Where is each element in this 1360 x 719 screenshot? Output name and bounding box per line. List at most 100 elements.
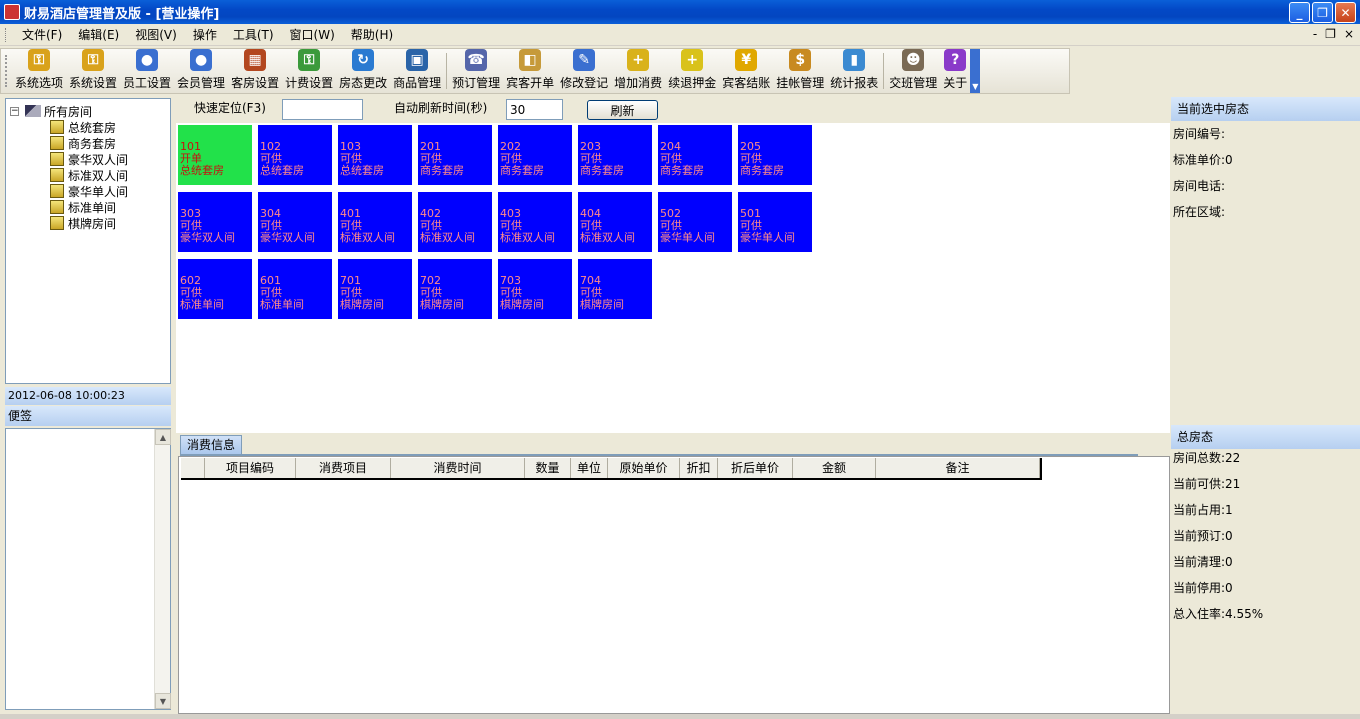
mdi-close-button[interactable]: × (1344, 27, 1354, 41)
room-type: 总统套房 (340, 164, 384, 177)
toolbar-overflow-icon[interactable]: ▼ (970, 49, 981, 93)
toolbar-button-8[interactable]: ▣ 商品管理 (390, 49, 444, 93)
toolbar-button-10[interactable]: ◧ 宾客开单 (503, 49, 557, 93)
menu-window[interactable]: 窗口(W) (282, 26, 343, 43)
toolbar-button-16[interactable]: ▮ 统计报表 (827, 49, 881, 93)
room-type: 商务套房 (500, 164, 544, 177)
scroll-up-icon[interactable]: ▲ (155, 429, 171, 445)
room-tile[interactable]: 401 可供 标准双人间 (338, 192, 412, 252)
quick-locate-label: 快速定位(F3) (194, 101, 266, 115)
room-tile[interactable]: 601 可供 标准单间 (258, 259, 332, 319)
close-button[interactable]: ✕ (1335, 2, 1356, 23)
room-tile[interactable]: 102 可供 总统套房 (258, 125, 332, 185)
room-tile[interactable]: 404 可供 标准双人间 (578, 192, 652, 252)
room-tile[interactable]: 703 可供 棋牌房间 (498, 259, 572, 319)
room-tile[interactable]: 202 可供 商务套房 (498, 125, 572, 185)
column-header[interactable]: 项目编码 (205, 458, 296, 478)
room-tile[interactable]: 201 可供 商务套房 (418, 125, 492, 185)
memo-textarea[interactable]: ▲ ▼ (5, 428, 171, 710)
menu-tools[interactable]: 工具(T) (225, 26, 282, 43)
room-tile[interactable]: 204 可供 商务套房 (658, 125, 732, 185)
summary-field: 总入住率:4.55% (1173, 607, 1264, 621)
toolbar-button-label: 续退押金 (668, 76, 717, 90)
toolbar-button-7[interactable]: ↻ 房态更改 (336, 49, 390, 93)
column-header[interactable]: 单位 (571, 458, 608, 478)
tree-root[interactable]: − 所有房间 (10, 103, 170, 119)
column-header[interactable]: 消费项目 (296, 458, 391, 478)
toolbar-button-label: 预订管理 (452, 76, 501, 90)
consume-grid[interactable]: 项目编码 消费项目 消费时间 数量 单位 原始单价 折扣 折后单价 金额 备注 (178, 456, 1170, 714)
toolbar-button-15[interactable]: $ 挂帐管理 (773, 49, 827, 93)
room-tile[interactable]: 303 可供 豪华双人间 (178, 192, 252, 252)
room-tile[interactable]: 402 可供 标准双人间 (418, 192, 492, 252)
toolbar-button-label: 关于 (943, 76, 968, 90)
room-tile[interactable]: 304 可供 豪华双人间 (258, 192, 332, 252)
column-header[interactable]: 折后单价 (718, 458, 793, 478)
toolbar-button-13[interactable]: + 续退押金 (665, 49, 719, 93)
room-tile[interactable]: 203 可供 商务套房 (578, 125, 652, 185)
room-tile[interactable]: 702 可供 棋牌房间 (418, 259, 492, 319)
toolbar-button-1[interactable]: ⚿ 系统选项 (12, 49, 66, 93)
collapse-icon[interactable]: − (10, 106, 19, 116)
room-tile[interactable]: 103 可供 总统套房 (338, 125, 412, 185)
toolbar-button-17[interactable]: ☻ 交班管理 (886, 49, 940, 93)
toolbar-button-label: 挂帐管理 (776, 76, 825, 90)
column-header[interactable]: 备注 (876, 458, 1040, 478)
room-tile[interactable]: 101 开单 总统套房 (178, 125, 252, 185)
tree-item[interactable]: 标准双人间 (10, 167, 170, 183)
person-icon: ● (136, 49, 159, 71)
toolbar-button-9[interactable]: ☎ 预订管理 (449, 49, 503, 93)
toolbar-button-5[interactable]: ▦ 客房设置 (228, 49, 282, 93)
menu-edit[interactable]: 编辑(E) (70, 26, 127, 43)
toolbar-button-18[interactable]: ? 关于 (940, 49, 970, 93)
mdi-minimize-button[interactable]: - (1313, 27, 1317, 41)
tree-item[interactable]: 总统套房 (10, 119, 170, 135)
column-header[interactable]: 折扣 (680, 458, 718, 478)
toolbar-button-12[interactable]: + 增加消费 (611, 49, 665, 93)
toolbar-button-3[interactable]: ● 员工设置 (120, 49, 174, 93)
column-header[interactable]: 原始单价 (608, 458, 680, 478)
toolbar-button-2[interactable]: ⚿ 系统设置 (66, 49, 120, 93)
tree-item[interactable]: 豪华单人间 (10, 183, 170, 199)
menu-view[interactable]: 视图(V) (127, 26, 185, 43)
tab-consume-info[interactable]: 消费信息 (180, 435, 242, 455)
menu-file[interactable]: 文件(F) (14, 26, 70, 43)
column-header[interactable]: 消费时间 (391, 458, 525, 478)
tree-item[interactable]: 标准单间 (10, 199, 170, 215)
room-tile[interactable]: 704 可供 棋牌房间 (578, 259, 652, 319)
toolbar-button-6[interactable]: ⚿ 计费设置 (282, 49, 336, 93)
minimize-button[interactable]: _ (1289, 2, 1310, 23)
app-icon (4, 4, 20, 20)
column-header[interactable] (181, 458, 205, 478)
auto-refresh-input[interactable] (506, 99, 563, 120)
room-tile[interactable]: 602 可供 标准单间 (178, 259, 252, 319)
tree-item[interactable]: 棋牌房间 (10, 215, 170, 231)
tree-item[interactable]: 豪华双人间 (10, 151, 170, 167)
toolbar-button-14[interactable]: ¥ 宾客结账 (719, 49, 773, 93)
restore-button[interactable]: ❐ (1312, 2, 1333, 23)
menu-help[interactable]: 帮助(H) (343, 26, 401, 43)
menu-operate[interactable]: 操作 (185, 26, 225, 43)
room-tile[interactable]: 205 可供 商务套房 (738, 125, 812, 185)
room-tile[interactable]: 501 可供 豪华单人间 (738, 192, 812, 252)
toolbar-button-11[interactable]: ✎ 修改登记 (557, 49, 611, 93)
toolbar-button-4[interactable]: ● 会员管理 (174, 49, 228, 93)
room-type: 标准双人间 (340, 231, 395, 244)
room-tree: − 所有房间 总统套房 商务套房 豪华双人间 标准双人间 豪华单人间 标准单间 棋牌房间 (5, 98, 171, 384)
column-header[interactable]: 数量 (525, 458, 571, 478)
mdi-restore-button[interactable]: ❐ (1325, 27, 1336, 41)
memo-scrollbar[interactable]: ▲ ▼ (154, 429, 171, 709)
quick-locate-input[interactable] (282, 99, 363, 120)
scroll-down-icon[interactable]: ▼ (155, 693, 171, 709)
room-tile[interactable]: 502 可供 豪华单人间 (658, 192, 732, 252)
room-type-icon (50, 152, 64, 166)
tree-item[interactable]: 商务套房 (10, 135, 170, 151)
datetime-display: 2012-06-08 10:00:23 (5, 387, 171, 405)
room-tile[interactable]: 701 可供 棋牌房间 (338, 259, 412, 319)
grid-header: 项目编码 消费项目 消费时间 数量 单位 原始单价 折扣 折后单价 金额 备注 (181, 458, 1042, 480)
column-header[interactable]: 金额 (793, 458, 876, 478)
room-tile[interactable]: 403 可供 标准双人间 (498, 192, 572, 252)
room-type: 标准单间 (180, 298, 224, 311)
add-doc-icon: + (681, 49, 704, 71)
refresh-button[interactable]: 刷新 (587, 100, 658, 120)
